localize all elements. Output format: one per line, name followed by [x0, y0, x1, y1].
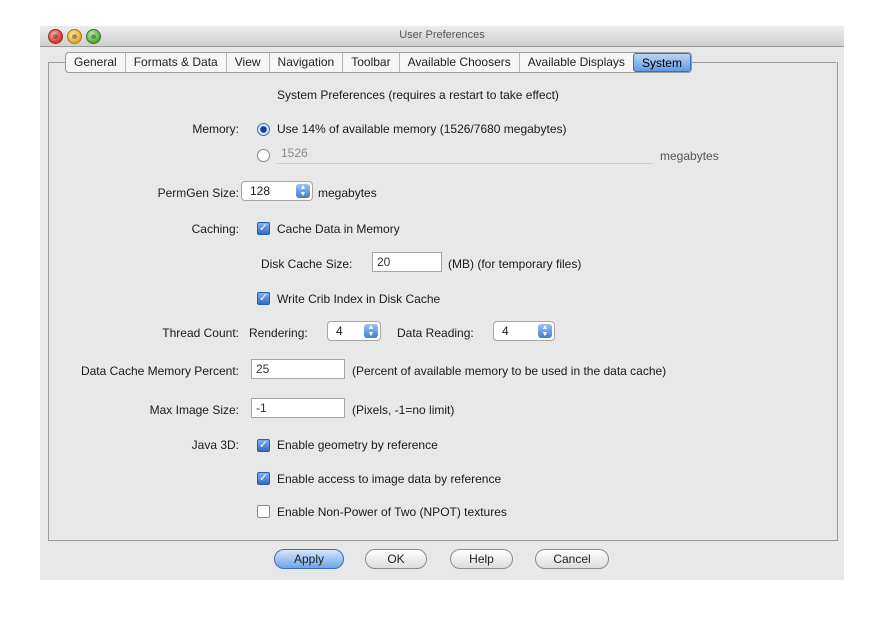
spinner-arrows-icon[interactable]: ▲ ▼	[296, 184, 310, 198]
max-image-label: Max Image Size:	[149, 403, 239, 417]
thread-count-label: Thread Count:	[162, 326, 239, 340]
memory-percent-text: Use 14% of available memory (1526/7680 m…	[277, 122, 567, 136]
disk-cache-note: (MB) (for temporary files)	[448, 257, 582, 271]
permgen-spinner[interactable]: 128 ▲ ▼	[241, 181, 313, 201]
data-reading-label: Data Reading:	[397, 326, 474, 340]
tab-bar: General Formats & Data View Navigation T…	[65, 52, 692, 73]
memory-label: Memory:	[192, 122, 239, 136]
data-cache-input[interactable]: 25	[251, 359, 345, 379]
permgen-unit: megabytes	[318, 186, 377, 200]
geometry-by-reference-checkbox[interactable]: ✓	[257, 439, 270, 452]
disk-cache-label: Disk Cache Size:	[261, 257, 353, 271]
rendering-value: 4	[336, 324, 343, 338]
tab-system[interactable]: System	[632, 53, 691, 72]
crib-index-checkbox[interactable]: ✓	[257, 292, 270, 305]
ok-button[interactable]: OK	[365, 549, 427, 569]
title-bar[interactable]: User Preferences	[40, 26, 844, 47]
tab-navigation[interactable]: Navigation	[268, 53, 343, 72]
panel-header: System Preferences (requires a restart t…	[277, 88, 559, 102]
tab-toolbar[interactable]: Toolbar	[342, 53, 398, 72]
java3d-label: Java 3D:	[191, 438, 239, 452]
memory-fixed-radio[interactable]	[257, 149, 270, 162]
cache-data-checkbox[interactable]: ✓	[257, 222, 270, 235]
memory-percent-radio[interactable]	[257, 123, 270, 136]
npot-textures-label: Enable Non-Power of Two (NPOT) textures	[277, 505, 507, 519]
max-image-note: (Pixels, -1=no limit)	[352, 403, 455, 417]
memory-megabytes-input[interactable]: 1526	[277, 144, 653, 164]
caching-label: Caching:	[191, 222, 239, 236]
max-image-input[interactable]: -1	[251, 398, 345, 418]
geometry-by-reference-label: Enable geometry by reference	[277, 438, 438, 452]
spinner-arrows-icon[interactable]: ▲ ▼	[538, 324, 552, 338]
cache-data-label: Cache Data in Memory	[277, 222, 400, 236]
data-cache-note: (Percent of available memory to be used …	[352, 364, 667, 378]
permgen-value: 128	[250, 184, 271, 198]
memory-unit: megabytes	[660, 149, 719, 163]
crib-index-label: Write Crib Index in Disk Cache	[277, 292, 441, 306]
spinner-arrows-icon[interactable]: ▲ ▼	[364, 324, 378, 338]
data-reading-spinner[interactable]: 4 ▲ ▼	[493, 321, 555, 341]
data-cache-label: Data Cache Memory Percent:	[80, 364, 239, 378]
tab-available-displays[interactable]: Available Displays	[518, 53, 633, 72]
tab-view[interactable]: View	[225, 53, 269, 72]
rendering-label: Rendering:	[249, 326, 308, 340]
preferences-window: User Preferences General Formats & Data …	[40, 26, 844, 580]
tab-formats-data[interactable]: Formats & Data	[124, 53, 226, 72]
npot-textures-checkbox[interactable]	[257, 505, 270, 518]
tab-general[interactable]: General	[66, 53, 125, 72]
cancel-button[interactable]: Cancel	[535, 549, 609, 569]
rendering-spinner[interactable]: 4 ▲ ▼	[327, 321, 381, 341]
permgen-label: PermGen Size:	[157, 186, 239, 200]
apply-button[interactable]: Apply	[274, 549, 344, 569]
help-button[interactable]: Help	[450, 549, 513, 569]
window-title: User Preferences	[399, 29, 485, 41]
image-by-reference-label: Enable access to image data by reference	[277, 472, 502, 486]
tab-available-choosers[interactable]: Available Choosers	[398, 53, 519, 72]
disk-cache-input[interactable]: 20	[372, 252, 442, 272]
data-reading-value: 4	[502, 324, 509, 338]
image-by-reference-checkbox[interactable]: ✓	[257, 472, 270, 485]
